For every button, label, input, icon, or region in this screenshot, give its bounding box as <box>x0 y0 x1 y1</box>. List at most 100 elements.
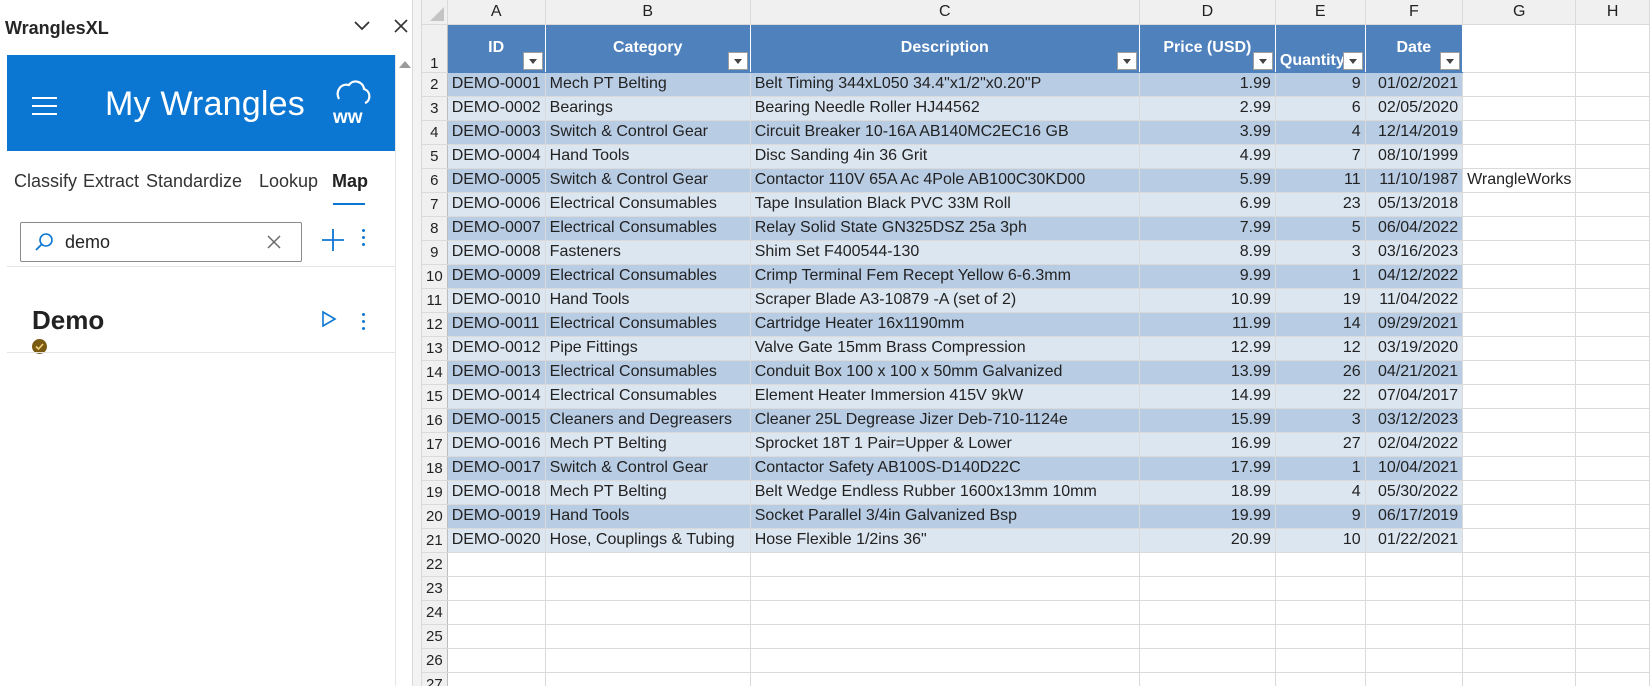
table-cell[interactable]: Socket Parallel 3/4in Galvanized Bsp <box>750 504 1140 529</box>
cell[interactable] <box>1275 576 1366 601</box>
column-header-a[interactable]: A <box>447 0 546 25</box>
row-header[interactable]: 14 <box>422 360 448 385</box>
more-icon[interactable] <box>359 229 367 253</box>
row-header[interactable]: 23 <box>422 576 448 601</box>
cell[interactable] <box>1139 624 1276 649</box>
filter-dropdown-icon[interactable] <box>727 51 748 70</box>
table-cell[interactable]: 11/10/1987 <box>1365 168 1464 193</box>
table-cell[interactable]: 03/16/2023 <box>1365 240 1464 265</box>
row-header[interactable]: 8 <box>422 216 448 241</box>
table-cell[interactable]: 03/19/2020 <box>1365 336 1464 361</box>
table-cell[interactable]: Electrical Consumables <box>545 192 751 217</box>
cell[interactable] <box>1462 600 1577 625</box>
table-cell[interactable]: DEMO-0007 <box>447 216 546 241</box>
pane-close-button[interactable] <box>388 13 414 39</box>
table-cell[interactable]: DEMO-0005 <box>447 168 546 193</box>
table-cell[interactable]: 04/21/2021 <box>1365 360 1464 385</box>
cell[interactable] <box>1575 576 1650 601</box>
table-cell[interactable]: Mech PT Belting <box>545 432 751 457</box>
table-cell[interactable]: 05/30/2022 <box>1365 480 1464 505</box>
table-cell[interactable]: 12/14/2019 <box>1365 120 1464 145</box>
cell[interactable] <box>1462 312 1577 337</box>
cell[interactable] <box>750 600 1140 625</box>
cell[interactable] <box>750 648 1140 673</box>
table-cell[interactable]: 26 <box>1275 360 1366 385</box>
cell[interactable] <box>1462 408 1577 433</box>
row-header[interactable]: 18 <box>422 456 448 481</box>
table-cell[interactable]: Hand Tools <box>545 144 751 169</box>
filter-dropdown-icon[interactable] <box>1116 51 1137 70</box>
cell[interactable] <box>1139 672 1276 686</box>
table-cell[interactable]: 7 <box>1275 144 1366 169</box>
cell-g6[interactable]: WrangleWorks <box>1462 168 1577 193</box>
table-cell[interactable]: Electrical Consumables <box>545 216 751 241</box>
cell[interactable] <box>1139 576 1276 601</box>
cell[interactable] <box>1462 504 1577 529</box>
table-cell[interactable]: Pipe Fittings <box>545 336 751 361</box>
cell[interactable] <box>1365 672 1464 686</box>
cell[interactable] <box>1365 600 1464 625</box>
table-cell[interactable]: Electrical Consumables <box>545 312 751 337</box>
table-header-cell[interactable]: Date <box>1365 24 1464 73</box>
row-header[interactable]: 17 <box>422 432 448 457</box>
cell[interactable] <box>1575 264 1650 289</box>
table-cell[interactable]: Switch & Control Gear <box>545 120 751 145</box>
cell[interactable] <box>750 552 1140 577</box>
table-cell[interactable]: Scraper Blade A3-10879 -A (set of 2) <box>750 288 1140 313</box>
cell[interactable] <box>1462 240 1577 265</box>
table-cell[interactable]: 4 <box>1275 120 1366 145</box>
table-cell[interactable]: Cleaner 25L Degrease Jizer Deb-710-1124e <box>750 408 1140 433</box>
pane-scrollbar[interactable] <box>395 55 412 686</box>
table-cell[interactable]: DEMO-0013 <box>447 360 546 385</box>
table-cell[interactable]: 09/29/2021 <box>1365 312 1464 337</box>
search-input[interactable] <box>65 230 245 254</box>
cell[interactable] <box>1575 288 1650 313</box>
table-cell[interactable]: 06/04/2022 <box>1365 216 1464 241</box>
cell[interactable] <box>1575 504 1650 529</box>
row-header[interactable]: 7 <box>422 192 448 217</box>
table-cell[interactable]: 23 <box>1275 192 1366 217</box>
table-cell[interactable]: 15.99 <box>1139 408 1276 433</box>
cell[interactable] <box>447 600 546 625</box>
table-cell[interactable]: Sprocket 18T 1 Pair=Upper & Lower <box>750 432 1140 457</box>
table-cell[interactable]: 3 <box>1275 240 1366 265</box>
cell[interactable] <box>1575 552 1650 577</box>
cell[interactable] <box>1462 24 1577 73</box>
table-cell[interactable]: DEMO-0014 <box>447 384 546 409</box>
cell[interactable] <box>1575 624 1650 649</box>
cell[interactable] <box>1462 648 1577 673</box>
table-cell[interactable]: Electrical Consumables <box>545 360 751 385</box>
cell[interactable] <box>1139 552 1276 577</box>
table-cell[interactable]: 16.99 <box>1139 432 1276 457</box>
row-header[interactable]: 4 <box>422 120 448 145</box>
scroll-up-icon[interactable] <box>399 61 411 68</box>
row-header[interactable]: 22 <box>422 552 448 577</box>
cell[interactable] <box>447 576 546 601</box>
cell[interactable] <box>1575 96 1650 121</box>
table-cell[interactable]: Electrical Consumables <box>545 264 751 289</box>
table-header-cell[interactable]: Quantity <box>1275 24 1366 73</box>
table-cell[interactable]: 14 <box>1275 312 1366 337</box>
table-cell[interactable]: DEMO-0001 <box>447 72 546 97</box>
row-header[interactable]: 19 <box>422 480 448 505</box>
table-cell[interactable]: 9 <box>1275 504 1366 529</box>
table-cell[interactable]: 3.99 <box>1139 120 1276 145</box>
select-all-corner[interactable] <box>422 0 448 25</box>
cell[interactable] <box>1275 600 1366 625</box>
cell[interactable] <box>1575 216 1650 241</box>
table-cell[interactable]: DEMO-0018 <box>447 480 546 505</box>
table-cell[interactable]: 14.99 <box>1139 384 1276 409</box>
row-header[interactable]: 3 <box>422 96 448 121</box>
cell[interactable] <box>1462 360 1577 385</box>
clear-icon[interactable] <box>266 234 282 250</box>
table-header-cell[interactable]: ID <box>447 24 546 73</box>
cell[interactable] <box>1365 552 1464 577</box>
table-cell[interactable]: 12 <box>1275 336 1366 361</box>
table-cell[interactable]: Mech PT Belting <box>545 72 751 97</box>
table-cell[interactable]: 19 <box>1275 288 1366 313</box>
row-header[interactable]: 15 <box>422 384 448 409</box>
row-header[interactable]: 11 <box>422 288 448 313</box>
row-header[interactable]: 13 <box>422 336 448 361</box>
cell[interactable] <box>1462 384 1577 409</box>
row-header[interactable]: 16 <box>422 408 448 433</box>
